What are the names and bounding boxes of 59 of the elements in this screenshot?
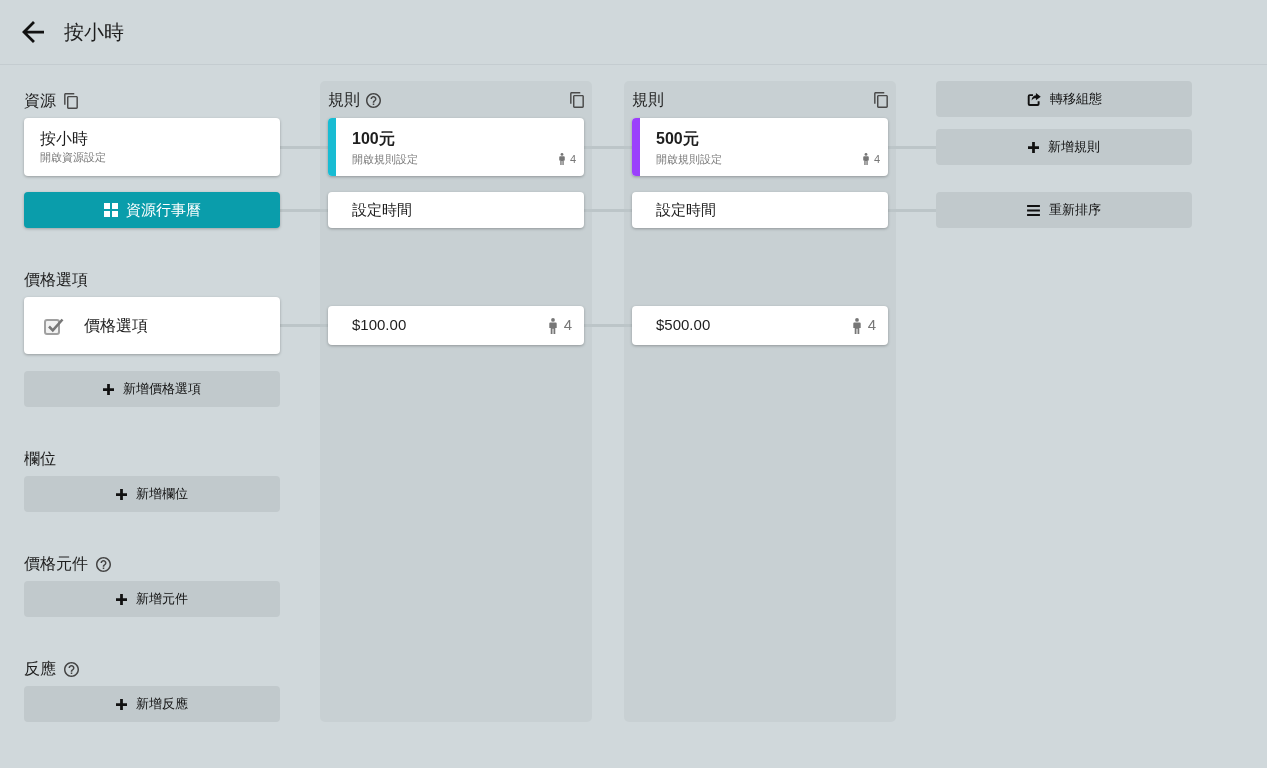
checked-checkbox-icon[interactable] [44, 316, 64, 335]
help-icon[interactable] [64, 661, 79, 677]
section-heading: 價格元件 [24, 554, 88, 574]
rule-title: 500元 [656, 129, 700, 149]
add-button[interactable]: 新增元件 [24, 581, 280, 617]
grid-icon [103, 203, 118, 217]
rule-card[interactable]: 500元 開啟規則設定 4 [632, 118, 888, 176]
capacity-count: 4 [867, 315, 876, 336]
share-icon [1026, 92, 1041, 106]
column-heading: 規則 [632, 90, 664, 110]
action-button[interactable]: 重新排序 [936, 192, 1192, 228]
plus-icon [1028, 141, 1039, 153]
plus-icon [116, 488, 127, 500]
add-button[interactable]: 新增欄位 [24, 476, 280, 512]
add-button[interactable]: 新增價格選項 [24, 371, 280, 407]
person-icon [548, 317, 557, 334]
rule-card[interactable]: 100元 開啟規則設定 4 [328, 118, 584, 176]
back-button[interactable] [20, 19, 46, 45]
price-card[interactable]: $100.00 4 [328, 306, 584, 345]
column-heading: 規則 [328, 90, 360, 110]
price-option-card[interactable]: 價格選項 [24, 297, 280, 354]
rule-subtitle: 開啟規則設定 [656, 152, 722, 168]
resource-title: 按小時 [40, 129, 89, 149]
copy-icon[interactable] [64, 93, 78, 109]
rule-subtitle: 開啟規則設定 [352, 152, 418, 168]
section-heading: 價格選項 [24, 270, 88, 290]
section-heading: 反應 [24, 659, 56, 679]
schedule-card[interactable]: 設定時間 [328, 192, 584, 228]
section-heading: 欄位 [24, 449, 56, 469]
add-button[interactable]: 新增反應 [24, 686, 280, 722]
person-icon [558, 153, 565, 166]
copy-icon[interactable] [570, 92, 584, 108]
schedule-label: 設定時間 [351, 199, 412, 220]
price-amount: $100.00 [352, 315, 407, 336]
plus-icon [103, 383, 114, 395]
rule-title: 100元 [352, 129, 396, 149]
capacity-count: 4 [569, 152, 576, 167]
section-heading: 資源 [24, 91, 56, 111]
price-amount: $500.00 [656, 315, 711, 336]
action-button[interactable]: 新增規則 [936, 129, 1192, 165]
person-icon [852, 317, 861, 334]
copy-icon[interactable] [874, 92, 888, 108]
plus-icon [116, 698, 127, 710]
price-option-label: 價格選項 [84, 315, 148, 336]
person-icon [862, 153, 869, 166]
resource-card[interactable]: 按小時 開啟資源設定 [24, 118, 280, 176]
capacity-count: 4 [563, 315, 572, 336]
menu-icon [1027, 204, 1040, 216]
page-title: 按小時 [64, 20, 124, 45]
resource-subtitle: 開啟資源設定 [40, 150, 107, 165]
help-icon[interactable] [96, 556, 111, 572]
help-icon[interactable] [366, 92, 381, 108]
back-arrow-icon [22, 21, 44, 43]
schedule-label: 設定時間 [655, 199, 716, 220]
action-button[interactable]: 轉移組態 [936, 81, 1192, 117]
plus-icon [116, 593, 127, 605]
price-card[interactable]: $500.00 4 [632, 306, 888, 345]
schedule-card[interactable]: 設定時間 [632, 192, 888, 228]
capacity-count: 4 [873, 152, 880, 167]
